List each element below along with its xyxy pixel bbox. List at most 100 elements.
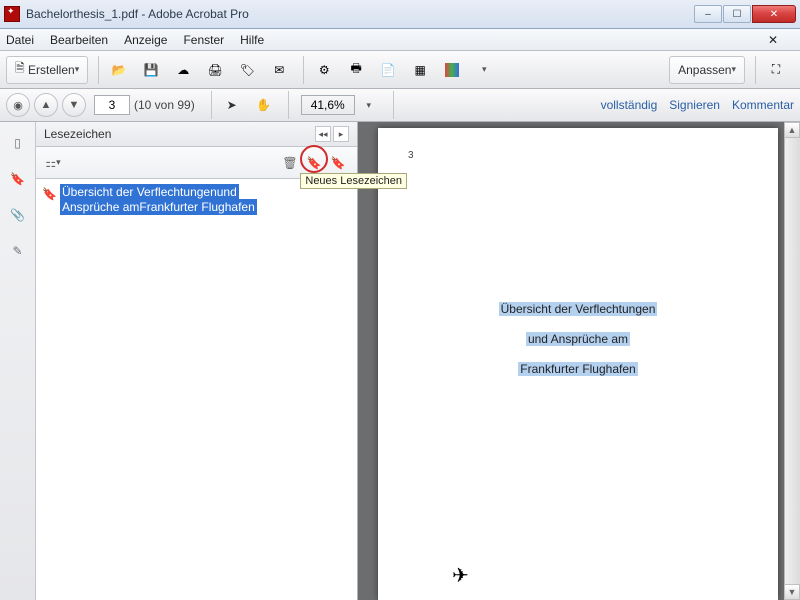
fullscreen-icon (772, 62, 780, 77)
pane-prev-button[interactable]: ◂◂ (315, 126, 331, 142)
bookmarks-toolbar: Neues Lesezeichen (36, 147, 357, 179)
bookmarks-menu-button[interactable] (42, 152, 64, 174)
complete-link[interactable]: vollständig (601, 98, 658, 112)
new-bookmark-button[interactable] (303, 152, 325, 174)
zoom-dropdown[interactable] (355, 91, 383, 119)
cloud-button[interactable] (169, 56, 197, 84)
new-from-structure-button[interactable] (327, 152, 349, 174)
nav-toolbar: ◉ ▲ ▼ (10 von 99) 41,6% vollständig Sign… (0, 89, 800, 122)
scroll-up-button[interactable]: ▲ (784, 122, 800, 138)
scroll-down-button[interactable]: ▼ (784, 584, 800, 600)
save-icon (144, 63, 159, 77)
tag-button[interactable] (233, 56, 261, 84)
paperclip-icon (10, 208, 25, 222)
save-button[interactable] (137, 56, 165, 84)
delete-bookmark-button[interactable] (279, 152, 301, 174)
vertical-scrollbar[interactable]: ▲ ▼ (784, 122, 800, 600)
first-page-button[interactable]: ◉ (6, 93, 30, 117)
bookmark-item-label-2: Ansprüche amFrankfurter Flughafen (60, 199, 257, 215)
bookmarks-header: Lesezeichen ◂◂ ▸ (36, 122, 357, 147)
minimize-button[interactable]: – (694, 5, 722, 23)
print-icon (208, 63, 223, 77)
left-strip (0, 122, 36, 600)
pages-icon (14, 136, 21, 150)
window-title: Bachelorthesis_1.pdf - Adobe Acrobat Pro (26, 7, 693, 21)
separator (303, 56, 304, 84)
page-title-l2: und Ansprüche am (526, 332, 630, 346)
menu-view[interactable]: Anzeige (124, 33, 167, 47)
hand-tool[interactable] (250, 91, 278, 119)
menubar-close-icon[interactable]: ✕ (768, 33, 778, 47)
zoom-value: 41,6% (311, 98, 345, 112)
bookmarks-title: Lesezeichen (44, 127, 111, 141)
color-dropdown[interactable] (470, 56, 498, 84)
page-title-l3: Frankfurter Flughafen (518, 362, 637, 376)
window-buttons: – ☐ ✕ (693, 5, 796, 23)
separator (755, 56, 756, 84)
form-button[interactable] (406, 56, 434, 84)
color-button[interactable] (438, 56, 466, 84)
bookmark-item-label: Übersicht der Verflechtungenund (60, 184, 239, 200)
gear-icon (319, 63, 330, 77)
create-label: Erstellen (28, 63, 75, 77)
page-number: 3 (408, 150, 414, 161)
open-button[interactable] (105, 56, 133, 84)
zoom-combo[interactable]: 41,6% (301, 95, 355, 115)
scan-button[interactable] (342, 56, 370, 84)
select-tool[interactable] (218, 91, 246, 119)
document-icon (15, 59, 25, 80)
maximize-button[interactable]: ☐ (723, 5, 751, 23)
signature-icon (12, 244, 22, 258)
combine-button[interactable] (374, 56, 402, 84)
tag-icon (240, 63, 255, 77)
mail-button[interactable] (265, 56, 293, 84)
new-bookmark-struct-icon (331, 156, 346, 170)
menu-file[interactable]: Datei (6, 33, 34, 47)
attachments-panel-button[interactable] (5, 202, 31, 228)
page-count: (10 von 99) (134, 98, 195, 112)
customize-button[interactable]: Anpassen (669, 56, 745, 84)
create-button[interactable]: Erstellen (6, 56, 88, 84)
settings-button[interactable] (310, 56, 338, 84)
pane-next-button[interactable]: ▸ (333, 126, 349, 142)
list-icon (45, 156, 56, 170)
print-button[interactable] (201, 56, 229, 84)
comment-link[interactable]: Kommentar (732, 98, 794, 112)
customize-label: Anpassen (678, 63, 731, 77)
separator (393, 91, 394, 119)
menubar: Datei Bearbeiten Anzeige Fenster Hilfe ✕ (0, 29, 800, 51)
menu-edit[interactable]: Bearbeiten (50, 33, 108, 47)
pdf-icon (381, 63, 396, 77)
signatures-panel-button[interactable] (5, 238, 31, 264)
page-title: Übersicht der Verflechtungen und Ansprüc… (378, 293, 778, 383)
titlebar: Bachelorthesis_1.pdf - Adobe Acrobat Pro… (0, 0, 800, 29)
menu-window[interactable]: Fenster (183, 33, 224, 47)
bookmarks-panel-button[interactable] (5, 166, 31, 192)
sign-link[interactable]: Signieren (669, 98, 720, 112)
separator (211, 91, 212, 119)
main-area: Lesezeichen ◂◂ ▸ Neues Lesezeichen Übers… (0, 122, 800, 600)
hand-icon (256, 98, 271, 112)
document-page: 3 Übersicht der Verflechtungen und Anspr… (378, 128, 778, 600)
trash-icon (282, 156, 297, 170)
next-page-button[interactable]: ▼ (62, 93, 86, 117)
page-input[interactable] (94, 95, 130, 115)
close-button[interactable]: ✕ (752, 5, 796, 23)
bookmark-item[interactable]: Übersicht der Verflechtungenund Ansprüch… (42, 185, 351, 215)
bookmark-icon (10, 172, 25, 186)
bookmarks-list: Übersicht der Verflechtungenund Ansprüch… (36, 179, 357, 600)
fullscreen-button[interactable] (762, 56, 790, 84)
pages-panel-button[interactable] (5, 130, 31, 156)
menu-help[interactable]: Hilfe (240, 33, 264, 47)
app-icon (4, 6, 20, 22)
page-title-l1: Übersicht der Verflechtungen (499, 302, 658, 316)
prev-page-button[interactable]: ▲ (34, 93, 58, 117)
airplane-graphic: ✈︎ (452, 563, 469, 588)
main-toolbar: Erstellen Anpassen (0, 51, 800, 89)
separator (98, 56, 99, 84)
bookmarks-pane: Lesezeichen ◂◂ ▸ Neues Lesezeichen Übers… (36, 122, 358, 600)
tooltip: Neues Lesezeichen (300, 173, 407, 189)
folder-icon (112, 63, 127, 77)
document-area[interactable]: 3 Übersicht der Verflechtungen und Anspr… (358, 122, 800, 600)
bookmark-item-icon (42, 187, 56, 201)
